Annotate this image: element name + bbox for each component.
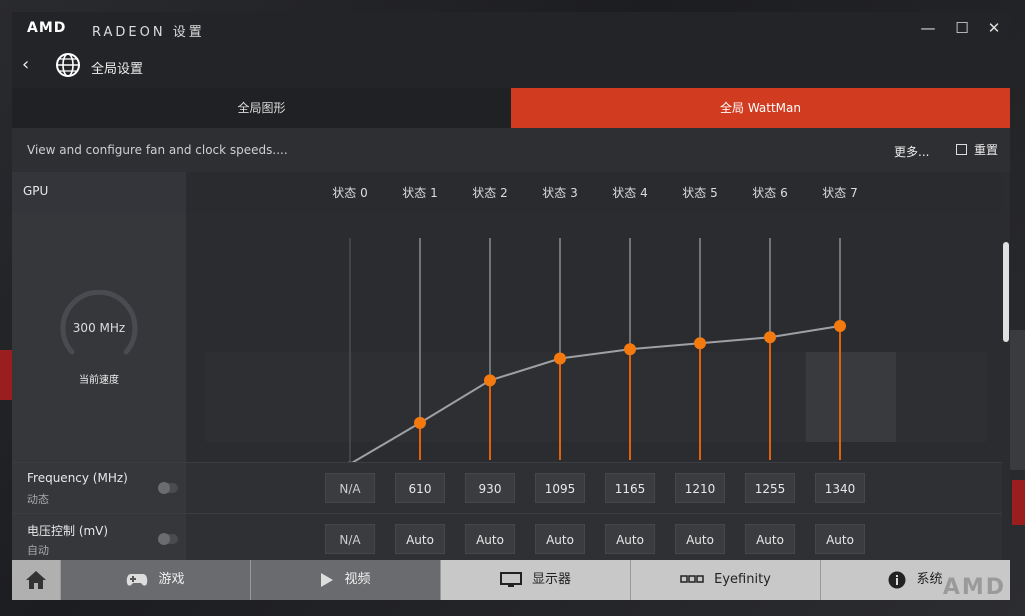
voltage-row: 电压控制 (mV) 自动 N/A Auto Auto Auto Auto Aut… xyxy=(12,513,1002,564)
background-graphic xyxy=(0,350,12,400)
close-button[interactable]: ✕ xyxy=(984,18,1004,38)
nav-system-label: 系统 xyxy=(916,572,943,587)
frequency-row: Frequency (MHz) 动态 N/A 610 930 1095 1165… xyxy=(12,462,1002,513)
state-header: 状态 0 xyxy=(332,186,368,200)
current-speed-panel: 300 MHz 当前速度 xyxy=(12,212,186,462)
frequency-curve xyxy=(351,325,841,462)
frequency-input-state-3[interactable]: 1095 xyxy=(535,473,585,503)
amd-watermark-logo: AMD xyxy=(942,575,1006,600)
clock-state-chart xyxy=(186,212,1002,462)
state-point-4[interactable] xyxy=(624,343,636,356)
home-button[interactable] xyxy=(12,560,60,600)
voltage-input-state-7[interactable]: Auto xyxy=(815,524,865,554)
scrollbar-thumb[interactable] xyxy=(1003,242,1009,342)
state-point-3[interactable] xyxy=(554,352,566,365)
reset-button[interactable]: 重置 xyxy=(956,141,998,158)
info-bar: View and configure fan and clock speeds.… xyxy=(12,128,1010,172)
amd-logo: AMD xyxy=(27,20,67,36)
tab-global-wattman[interactable]: 全局 WattMan xyxy=(511,88,1010,128)
voltage-row-header: 电压控制 (mV) 自动 xyxy=(12,514,186,564)
current-speed-value: 300 MHz xyxy=(72,321,126,335)
frequency-input-state-4[interactable]: 1165 xyxy=(605,473,655,503)
maximize-button[interactable]: ☐ xyxy=(952,18,972,38)
page-description: View and configure fan and clock speeds.… xyxy=(27,143,288,157)
frequency-input-state-5[interactable]: 1210 xyxy=(675,473,725,503)
state-point-1[interactable] xyxy=(414,416,426,429)
nav-eyefinity[interactable]: Eyefinity xyxy=(630,560,820,600)
monitor-icon xyxy=(499,571,522,587)
nav-eyefinity-label: Eyefinity xyxy=(714,572,771,587)
more-button[interactable]: 更多... xyxy=(894,143,929,160)
bottom-nav: 游戏 视频 显示器 Eyefinity 系统 AMD xyxy=(12,560,1010,600)
voltage-input-state-4[interactable]: Auto xyxy=(605,524,655,554)
title-bar: AMD RADEON 设置 — ☐ ✕ xyxy=(12,12,1010,44)
chart-plot xyxy=(347,238,846,462)
minimize-button[interactable]: — xyxy=(918,18,938,38)
state-header: 状态 6 xyxy=(752,186,788,200)
voltage-input-state-6[interactable]: Auto xyxy=(745,524,795,554)
gpu-section-header: GPU xyxy=(12,172,186,212)
reset-label: 重置 xyxy=(974,143,999,157)
nav-video[interactable]: 视频 xyxy=(250,560,440,600)
frequency-mode-toggle[interactable] xyxy=(158,482,178,494)
voltage-input-state-2[interactable]: Auto xyxy=(465,524,515,554)
state-point-5[interactable] xyxy=(694,337,706,350)
voltage-input-state-5[interactable]: Auto xyxy=(675,524,725,554)
frequency-input-state-0: N/A xyxy=(325,473,375,503)
app-title: RADEON 设置 xyxy=(92,25,205,40)
frequency-row-header: Frequency (MHz) 动态 xyxy=(12,463,186,513)
nav-display[interactable]: 显示器 xyxy=(440,560,630,600)
page-title: 全局设置 xyxy=(91,62,144,77)
play-icon xyxy=(321,572,334,587)
scrollbar[interactable] xyxy=(1002,172,1010,560)
voltage-input-state-1[interactable]: Auto xyxy=(395,524,445,554)
info-icon xyxy=(888,571,906,588)
state-point-6[interactable] xyxy=(764,331,776,344)
toggle-knob xyxy=(158,533,170,545)
current-speed-label: 当前速度 xyxy=(79,375,119,386)
voltage-input-state-0: N/A xyxy=(325,524,375,554)
frequency-mode: 动态 xyxy=(27,493,49,506)
frequency-input-state-6[interactable]: 1255 xyxy=(745,473,795,503)
voltage-mode: 自动 xyxy=(27,544,49,557)
voltage-input-state-3[interactable]: Auto xyxy=(535,524,585,554)
state-header: 状态 5 xyxy=(682,186,718,200)
tab-bar: 全局图形 全局 WattMan xyxy=(12,88,1010,128)
toggle-knob xyxy=(158,482,170,494)
nav-system[interactable]: 系统 AMD xyxy=(820,560,1010,600)
frequency-input-state-1[interactable]: 610 xyxy=(395,473,445,503)
state-header: 状态 2 xyxy=(472,186,508,200)
gpu-label: GPU xyxy=(23,184,49,198)
globe-icon xyxy=(56,53,80,77)
nav-video-label: 视频 xyxy=(344,572,371,587)
multi-display-icon xyxy=(680,574,704,583)
state-headers: 状态 0 状态 1 状态 2 状态 3 状态 4 状态 5 状态 6 状态 7 xyxy=(186,172,1002,212)
state-point-7[interactable] xyxy=(834,320,846,332)
frequency-input-state-2[interactable]: 930 xyxy=(465,473,515,503)
voltage-title: 电压控制 (mV) xyxy=(27,524,109,538)
voltage-mode-toggle[interactable] xyxy=(158,533,178,545)
nav-games[interactable]: 游戏 xyxy=(60,560,250,600)
background-graphic xyxy=(1010,330,1025,470)
state-header: 状态 4 xyxy=(612,186,648,200)
nav-games-label: 游戏 xyxy=(158,572,185,587)
nav-bar: ‹ 全局设置 xyxy=(12,44,1010,88)
home-icon xyxy=(26,571,46,589)
state-header: 状态 3 xyxy=(542,186,578,200)
gamepad-icon xyxy=(127,573,148,586)
state-header: 状态 1 xyxy=(402,186,438,200)
state-header: 状态 7 xyxy=(822,186,858,200)
tab-global-graphics[interactable]: 全局图形 xyxy=(12,88,511,128)
nav-display-label: 显示器 xyxy=(531,572,571,587)
state-point-2[interactable] xyxy=(484,374,496,387)
background-graphic xyxy=(1012,480,1025,525)
frequency-title: Frequency (MHz) xyxy=(27,471,128,485)
back-button[interactable]: ‹ xyxy=(22,54,29,75)
radeon-settings-window: AMD RADEON 设置 — ☐ ✕ ‹ 全局设置 全局图形 全局 WattM… xyxy=(12,12,1010,600)
frequency-input-state-7[interactable]: 1340 xyxy=(815,473,865,503)
reset-icon xyxy=(956,144,967,155)
